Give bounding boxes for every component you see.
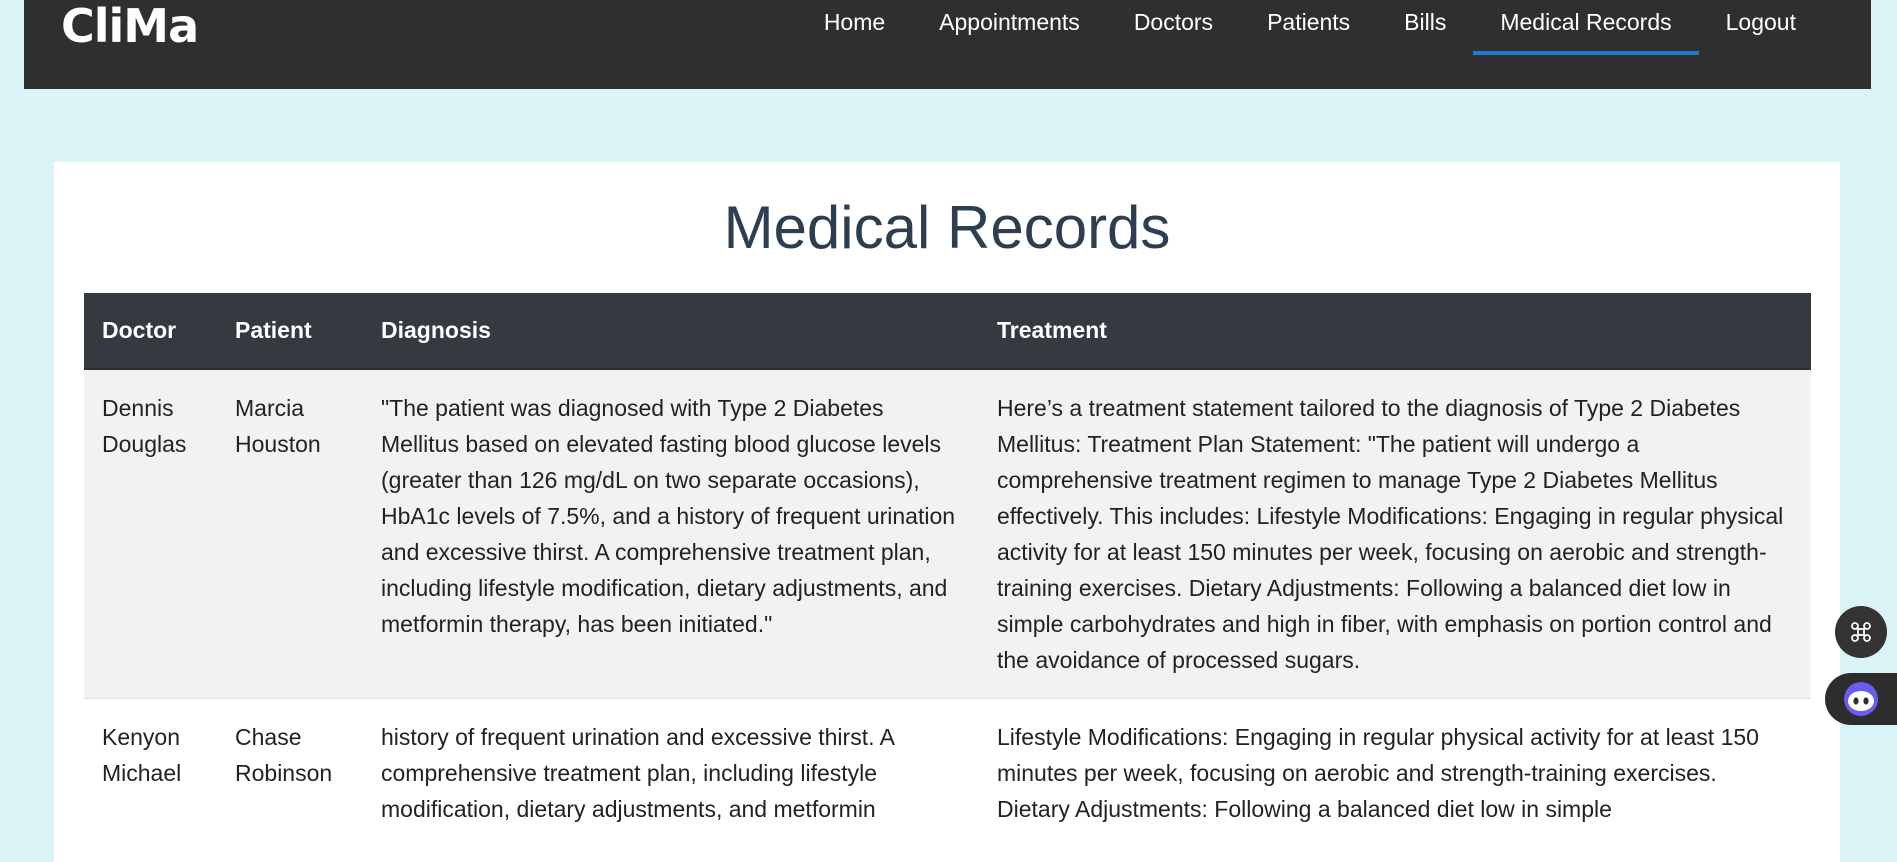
table-header-row: Doctor Patient Diagnosis Treatment: [84, 293, 1811, 369]
cell-patient: Marcia Houston: [235, 395, 321, 457]
robot-assistant-icon: [1844, 682, 1878, 716]
top-navbar: CliMa Home Appointments Doctors Patients…: [24, 0, 1871, 89]
cell-doctor: Dennis Douglas: [102, 395, 187, 457]
nav-medical-records[interactable]: Medical Records: [1473, 0, 1699, 55]
cell-diagnosis: history of frequent urination and excess…: [381, 724, 894, 822]
table-row: Kenyon Michael Chase Robinson history of…: [84, 698, 1811, 847]
assistant-button[interactable]: [1825, 673, 1897, 725]
nav-home[interactable]: Home: [797, 0, 912, 44]
nav-links: Home Appointments Doctors Patients Bills…: [797, 0, 1823, 56]
cell-treatment: Lifestyle Modifications: Engaging in reg…: [997, 724, 1759, 822]
brand-logo[interactable]: CliMa: [61, 0, 199, 52]
header-doctor: Doctor: [102, 317, 177, 343]
nav-logout[interactable]: Logout: [1699, 0, 1823, 44]
records-card: Medical Records Doctor Patient Diagnosis…: [54, 162, 1840, 862]
nav-patients[interactable]: Patients: [1240, 0, 1377, 44]
page-title: Medical Records: [723, 194, 1171, 261]
nav-bills[interactable]: Bills: [1377, 0, 1473, 44]
header-treatment: Treatment: [997, 317, 1107, 343]
command-button[interactable]: [1835, 606, 1887, 658]
table-row: Dennis Douglas Marcia Houston "The patie…: [84, 369, 1811, 699]
cell-diagnosis: "The patient was diagnosed with Type 2 D…: [381, 395, 956, 637]
header-diagnosis: Diagnosis: [381, 317, 491, 343]
header-patient: Patient: [235, 317, 312, 343]
cell-doctor: Kenyon Michael: [102, 724, 182, 786]
cell-treatment: Here’s a treatment statement tailored to…: [997, 395, 1784, 673]
nav-doctors[interactable]: Doctors: [1107, 0, 1240, 44]
cell-patient: Chase Robinson: [235, 724, 333, 786]
nav-appointments[interactable]: Appointments: [912, 0, 1107, 44]
command-icon: [1851, 622, 1871, 642]
medical-records-table: Doctor Patient Diagnosis Treatment Denni…: [84, 293, 1811, 847]
